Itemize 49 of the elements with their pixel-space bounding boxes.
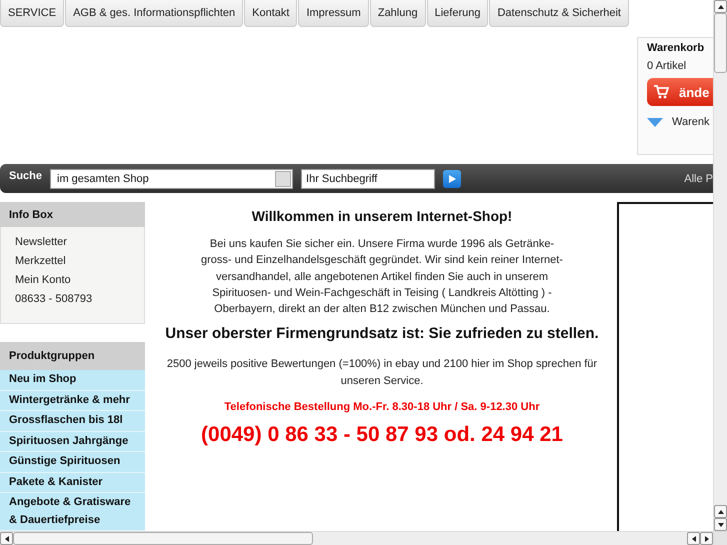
info-link[interactable]: Merkzettel (15, 252, 144, 272)
nav-tab[interactable]: AGB & ges. Informationspflichten (65, 0, 244, 27)
scrollbar-thumb[interactable] (714, 13, 727, 73)
intro-paragraph: Bei uns kaufen Sie sicher ein. Unsere Firma wurde 1996 als Getränke-gross- und Einzelhandelsgeschäft gegründet. Wir sind kein reiner Internet-versandhandel, alle angebotenen Artikel finden Sie auch in unserem Spirituosen- und Wein-Fachgeschäft in Teising ( Landkreis Altötting ) - Oberbayern, direkt an der alten B12 zwischen München und Passau. (200, 237, 564, 318)
cart-icon (653, 85, 669, 99)
nav-tab[interactable]: Datenschutz & Sicherheit (489, 0, 629, 27)
nav-tab[interactable]: Lieferung (426, 0, 488, 27)
cart-link[interactable]: Warenk (672, 116, 710, 128)
info-link[interactable]: 08633 - 508793 (15, 290, 144, 310)
search-field[interactable]: Ihr Suchbegriff (301, 168, 436, 188)
motto-heading: Unser oberster Firmengrundsatz ist: Sie zufrieden zu stellen. (165, 325, 599, 342)
info-box-heading: Info Box (0, 202, 145, 228)
nav-tab[interactable]: SERVICE (0, 0, 64, 27)
triangle-down-icon (647, 118, 663, 126)
category-link[interactable]: Grossflaschen bis 18l (0, 411, 145, 432)
scope-select[interactable]: im gesamten Shop (50, 168, 294, 188)
search-go-button[interactable] (443, 170, 462, 188)
triangle-left-icon (690, 534, 698, 542)
order-hours: Telefonische Bestellung Mo.-Fr. 8.30-18 Uhr / Sa. 9-12.30 Uhr (224, 401, 540, 414)
category-link[interactable]: Angebote & Gratisware & Dauertiefpreise (0, 493, 145, 531)
horizontal-scrollbar[interactable] (0, 531, 713, 545)
info-link[interactable]: Mein Konto (15, 271, 144, 290)
cart-count: 0 Artikel (647, 60, 688, 72)
play-icon (447, 174, 458, 184)
all-products-link[interactable]: Alle P (684, 172, 713, 184)
triangle-up-icon (716, 2, 724, 10)
category-link[interactable]: Günstige Spirituosen (0, 452, 145, 472)
info-link[interactable]: Newsletter (15, 233, 144, 252)
triangle-right-icon (702, 534, 710, 542)
nav-tab[interactable]: Impressum (298, 0, 369, 27)
cart-title: Warenkorb (647, 42, 706, 54)
scrollbar-corner (713, 531, 727, 545)
triangle-left-icon (2, 534, 10, 542)
nav-tab[interactable]: Kontakt (244, 0, 298, 27)
category-link[interactable]: Spirituosen Jahrgänge (0, 432, 145, 452)
phone-number: (0049) 0 86 33 - 50 87 93 od. 24 94 21 (201, 423, 563, 448)
welcome-heading: Willkommen in unserem Internet-Shop! (252, 208, 512, 224)
triangle-down-icon (716, 520, 724, 528)
search-label: Suche (9, 170, 42, 182)
triangle-up-icon (716, 508, 724, 516)
reviews-paragraph: 2500 jeweils positive Bewertungen (=100%) in ebay und 2100 hier im Shop sprechen für unseren Service. (166, 357, 598, 389)
product-groups-heading: Produktgruppen (0, 342, 145, 370)
vertical-scrollbar[interactable] (713, 0, 727, 531)
category-link[interactable]: Wintergetränke & mehr (0, 390, 145, 411)
nav-tab[interactable]: Zahlung (370, 0, 426, 27)
category-link[interactable]: Neu im Shop (0, 370, 145, 390)
category-link[interactable]: Pakete & Kanister (0, 472, 145, 493)
cart-button[interactable]: ände (647, 78, 713, 106)
scrollbar-thumb[interactable] (13, 532, 313, 545)
